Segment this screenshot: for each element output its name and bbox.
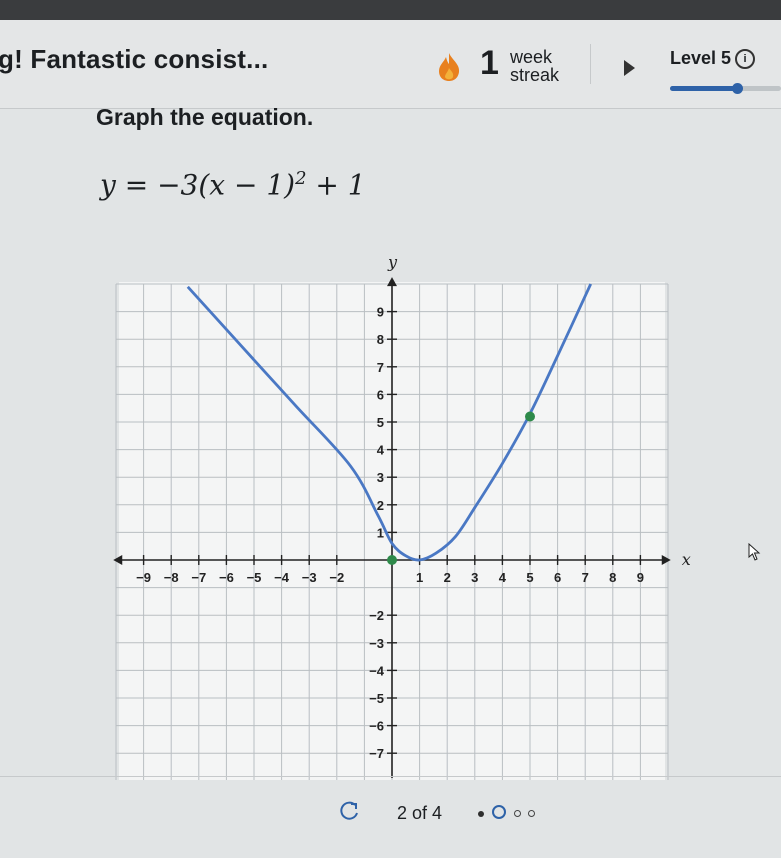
footer-divider (0, 776, 781, 777)
coordinate-plane[interactable]: yx−9 −8 −7 −6 −5 −4 −3 −2 1 2 3 4 5 6 7 8 9123456789−2−3… (95, 240, 705, 780)
x-tick-label: 7 (582, 570, 589, 585)
flame-icon (439, 53, 460, 81)
x-tick-label: 9 (637, 570, 644, 585)
x-tick-label: −2 (329, 570, 344, 585)
streak-label-line1: week (510, 47, 553, 67)
info-icon[interactable]: i (735, 49, 756, 69)
progress-dot-1 (478, 811, 484, 817)
x-tick-label: −4 (274, 570, 290, 585)
y-tick-label: −7 (369, 746, 384, 761)
x-tick-label: −3 (302, 570, 317, 585)
y-tick-label: −5 (369, 691, 384, 706)
mouse-cursor-icon (748, 543, 761, 561)
y-tick-label: 4 (377, 443, 385, 458)
header-divider (590, 44, 591, 84)
equation-base: y = −3(x − 1) (100, 168, 296, 202)
x-tick-label: −6 (219, 570, 234, 585)
level-progress-knob (731, 83, 743, 94)
x-axis-label: x (682, 550, 691, 569)
progress-dot-4 (528, 810, 535, 817)
x-tick-label: 4 (499, 570, 507, 585)
x-axis-arrow-right (661, 555, 671, 565)
y-tick-label: −6 (369, 719, 384, 734)
equation-tail: + 1 (306, 168, 366, 202)
question-prompt: Graph the equation. (96, 104, 314, 130)
x-tick-label: −5 (247, 570, 262, 585)
y-tick-label: −2 (369, 608, 384, 623)
streak-label-line2: streak (510, 65, 560, 85)
plotted-point[interactable] (525, 411, 535, 422)
y-tick-label: 9 (377, 305, 384, 320)
y-tick-label: 6 (377, 387, 384, 402)
y-tick-label: 3 (377, 470, 384, 485)
level-label: Level 5 (670, 48, 732, 68)
y-axis-label: y (387, 252, 398, 271)
assignment-title: g! Fantastic consist... (0, 44, 269, 74)
top-strip (0, 0, 781, 20)
reset-icon[interactable] (338, 800, 360, 822)
y-tick-label: 2 (377, 498, 384, 513)
y-tick-label: 5 (377, 415, 384, 430)
y-tick-label: 8 (377, 332, 384, 347)
x-axis-arrow-left (113, 555, 123, 565)
x-tick-label: 5 (526, 570, 533, 585)
equation: y = −3(x − 1)2 + 1 (100, 168, 366, 201)
x-tick-label: 3 (471, 570, 478, 585)
x-tick-label: 2 (444, 570, 451, 585)
y-tick-label: −3 (369, 636, 384, 651)
x-tick-label: 1 (416, 570, 423, 585)
progress-dot-2 (492, 805, 506, 819)
play-arrow-icon[interactable] (624, 60, 635, 76)
x-tick-label: −9 (136, 570, 151, 585)
level-progress-fill (670, 86, 737, 91)
x-tick-label: 8 (609, 570, 616, 585)
x-tick-label: −8 (164, 570, 179, 585)
level-indicator[interactable]: Level 5i (670, 48, 756, 69)
streak-number: 1 (480, 44, 499, 82)
y-axis-arrow-up (387, 277, 397, 287)
equation-exponent: 2 (295, 168, 307, 189)
plotted-point[interactable] (387, 555, 397, 565)
level-progress-bar (670, 86, 781, 91)
y-tick-label: −4 (369, 663, 385, 678)
x-tick-label: −7 (191, 570, 206, 585)
y-tick-label: 7 (377, 360, 384, 375)
question-counter: 2 of 4 (397, 803, 443, 823)
streak-label: week streak (510, 48, 559, 84)
x-tick-label: 6 (554, 570, 561, 585)
progress-dot-3 (514, 810, 521, 817)
